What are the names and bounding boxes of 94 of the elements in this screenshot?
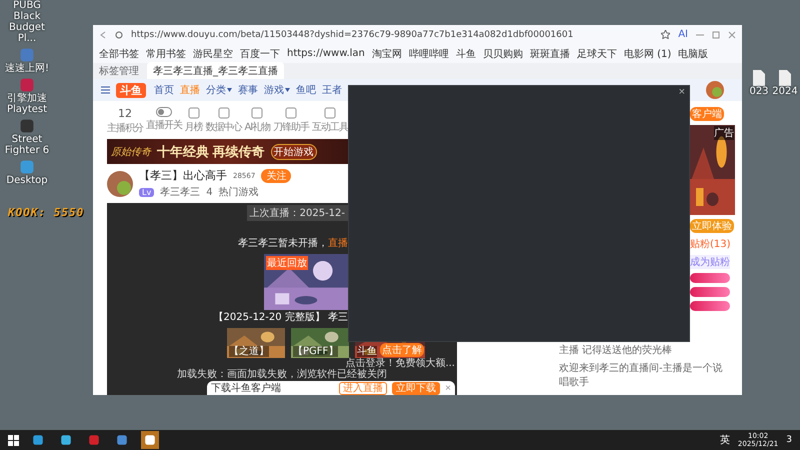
tool-label[interactable]: 主播积分 (107, 121, 143, 135)
desktop-icon-label[interactable]: 速速上网! (4, 63, 49, 74)
bookmark[interactable]: 百度一下 (240, 46, 280, 60)
desktop-icon-label[interactable]: Desktop (6, 175, 48, 186)
tool-icon[interactable] (285, 107, 298, 119)
close-button[interactable]: × (674, 86, 689, 98)
desktop-icon-label[interactable]: 023 (749, 86, 769, 97)
tool-label[interactable]: 月榜 (184, 120, 203, 134)
clip-thumbnail[interactable]: 【之道】 (227, 328, 285, 358)
input-method[interactable]: 英 (720, 433, 730, 447)
tool-label[interactable]: 互动工具 (312, 120, 348, 134)
nav-link[interactable]: 首页 (154, 83, 174, 97)
fan-count: 贴粉(13) (690, 238, 731, 251)
bookmark[interactable]: 贝贝购购 (482, 46, 523, 60)
ai-button[interactable]: AI (678, 29, 688, 40)
tool-label[interactable]: AI礼物 (244, 120, 270, 134)
clip-title: 【PGFF】 (293, 346, 338, 357)
bookmark[interactable]: 淘宝网 (372, 46, 402, 60)
maximize-icon[interactable] (712, 30, 720, 38)
bookmark[interactable]: 斗鱼 (456, 46, 476, 60)
notification-badge[interactable]: 3 (786, 436, 792, 444)
promo-caption: 点击登录！免费领大额... (345, 358, 455, 369)
caret-icon (285, 88, 290, 92)
streamer-name: 【孝三】出心高手 (139, 168, 227, 183)
app-icon (116, 434, 128, 446)
tab-manager[interactable]: 标签管理 (99, 64, 139, 78)
bookmark[interactable]: 哔哩哔哩 (408, 46, 449, 60)
tool-icon[interactable] (251, 107, 264, 119)
bookmark[interactable]: 游民星空 (193, 46, 233, 60)
app-icon (19, 47, 35, 63)
chat-message: 欢迎来到孝三的直播间-主播是一个说唱歌手 (559, 362, 724, 389)
streamer-nickname: 孝三孝三 (160, 186, 200, 199)
nav-link[interactable]: 鱼吧 (296, 83, 316, 97)
like-count: 4 (206, 186, 213, 198)
become-fan-link[interactable]: 成为贴粉 (690, 255, 730, 269)
bookmark[interactable]: 电脑版 (678, 46, 708, 60)
level-badge: Lv (139, 188, 154, 196)
offline-notice: 孝三孝三暂未开播，直播 (238, 236, 348, 250)
tool-label[interactable]: 刀锋助手 (273, 120, 310, 134)
clip-title: 斗鱼 (357, 346, 377, 357)
bookmark[interactable]: 常用书签 (146, 46, 186, 60)
app-icon (144, 434, 156, 446)
ad-banner[interactable]: 原始传奇 十年经典 再续传奇 开始游戏 (107, 139, 348, 164)
overlay-counter: KOOK: 5550 (8, 206, 84, 219)
error-message: 加载失败：画面加载失败，浏览软件已经被关闭 (177, 369, 387, 380)
site-logo[interactable]: 斗鱼 (116, 82, 146, 98)
bookmark[interactable]: 斑斑直播 (530, 46, 570, 60)
desktop-icon-label[interactable]: Street Fighter 6 (2, 134, 52, 156)
close-icon[interactable] (728, 30, 736, 38)
menu-icon[interactable] (101, 86, 110, 94)
download-text: 下载斗鱼客户端 (211, 382, 282, 395)
back-icon[interactable] (99, 30, 107, 38)
file-icon (753, 70, 765, 86)
file-icon (779, 70, 791, 86)
streamer-avatar (107, 170, 133, 196)
desktop-icon-label[interactable]: 2024 (772, 86, 798, 97)
chat-message: 主播 记得送送他的荧光棒 (559, 344, 674, 357)
windows-icon[interactable] (8, 434, 19, 446)
score-value: 12 (118, 107, 132, 120)
nav-link[interactable]: 游戏 (264, 83, 290, 97)
address-field[interactable]: https://www.douyu.com/beta/11503448?dyshid=2376c79-9890a77c7b1e314a082d1dbf00001601 (131, 30, 654, 40)
star-icon[interactable] (661, 30, 670, 39)
bookmark[interactable]: 足球天下 (576, 46, 617, 60)
bookmark[interactable]: https://www.lan (287, 48, 365, 59)
replay-title[interactable]: 【2025-12-20 完整版】 孝三 (214, 310, 348, 324)
gift-badge (690, 287, 730, 297)
clip-title: 【之道】 (229, 346, 269, 357)
tool-icon[interactable] (218, 107, 230, 119)
gift-badge (690, 301, 730, 311)
last-live-time: 上次直播：2025-12- (246, 205, 348, 221)
desktop-icon-label[interactable]: 引擎加速 Playtest (2, 93, 52, 115)
replay-badge: 最近回放 (266, 256, 308, 270)
bookmark[interactable]: 电影网 (1) (624, 46, 672, 60)
app-icon (32, 434, 44, 446)
ad-image[interactable]: 广告 (690, 125, 735, 215)
nav-link[interactable]: 分类 (206, 83, 232, 97)
tool-label[interactable]: 数据中心 (206, 120, 242, 134)
tool-label[interactable]: 直播开关 (146, 118, 182, 132)
caret-icon (227, 88, 232, 92)
replay-thumbnail[interactable]: 最近回放 (264, 254, 348, 310)
tool-icon[interactable] (324, 107, 336, 119)
gift-badge (690, 273, 730, 283)
avatar-icon[interactable] (706, 81, 724, 99)
browser-tab[interactable]: 孝三孝三直播_孝三孝三直播 (147, 62, 284, 80)
nav-link[interactable]: 王者 (322, 83, 342, 97)
refresh-icon[interactable] (115, 30, 123, 38)
tool-icon[interactable] (188, 107, 200, 119)
nav-link[interactable]: 赛事 (238, 83, 258, 97)
clip-thumbnail[interactable]: 【PGFF】 (291, 328, 349, 358)
category-link[interactable]: 热门游戏 (218, 185, 259, 199)
bookmark[interactable]: 全部书签 (99, 46, 139, 60)
ad-label: 广告 (714, 126, 734, 140)
desktop-icon-label[interactable]: PUBG Black Budget Pl... (2, 0, 52, 44)
toggle-icon[interactable] (156, 107, 172, 117)
